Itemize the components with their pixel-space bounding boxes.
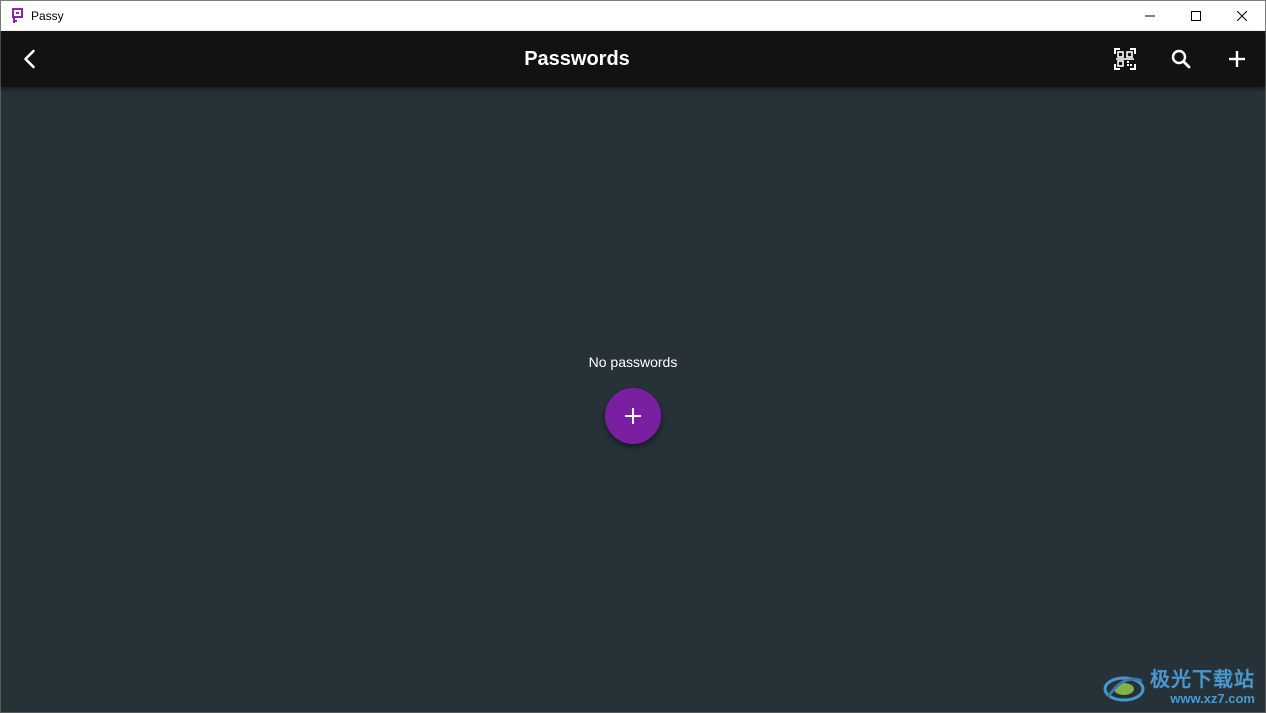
- search-icon: [1171, 49, 1191, 69]
- plus-icon: [625, 408, 641, 424]
- empty-state-message: No passwords: [588, 354, 678, 370]
- watermark-logo-icon: [1103, 676, 1145, 701]
- window-border-left: [0, 31, 1, 713]
- passy-app-icon: [10, 8, 26, 24]
- passwords-content: No passwords 极光下载站 www.xz7.com: [1, 87, 1265, 712]
- chevron-left-icon: [24, 49, 35, 69]
- minimize-button[interactable]: [1127, 1, 1173, 31]
- back-button[interactable]: [2, 31, 58, 87]
- add-password-fab[interactable]: [605, 388, 661, 444]
- watermark-text: 极光下载站: [1150, 669, 1255, 691]
- watermark-url: www.xz7.com: [1170, 691, 1255, 706]
- window-title: Passy: [31, 9, 64, 23]
- plus-icon: [1229, 51, 1245, 67]
- app-bar: Passwords: [1, 31, 1265, 87]
- appbar-actions: [1097, 31, 1265, 87]
- qr-scan-icon: [1114, 48, 1136, 70]
- page-title: Passwords: [524, 48, 630, 70]
- add-password-button[interactable]: [1209, 31, 1265, 87]
- maximize-button[interactable]: [1173, 1, 1219, 31]
- window-controls: [1127, 1, 1265, 31]
- maximize-icon: [1191, 11, 1201, 21]
- scan-qr-button[interactable]: [1097, 31, 1153, 87]
- search-button[interactable]: [1153, 31, 1209, 87]
- minimize-icon: [1145, 15, 1155, 17]
- close-button[interactable]: [1219, 1, 1265, 31]
- window-titlebar: Passy: [0, 0, 1266, 31]
- close-icon: [1237, 11, 1247, 21]
- watermark: 极光下载站 www.xz7.com: [1102, 669, 1255, 706]
